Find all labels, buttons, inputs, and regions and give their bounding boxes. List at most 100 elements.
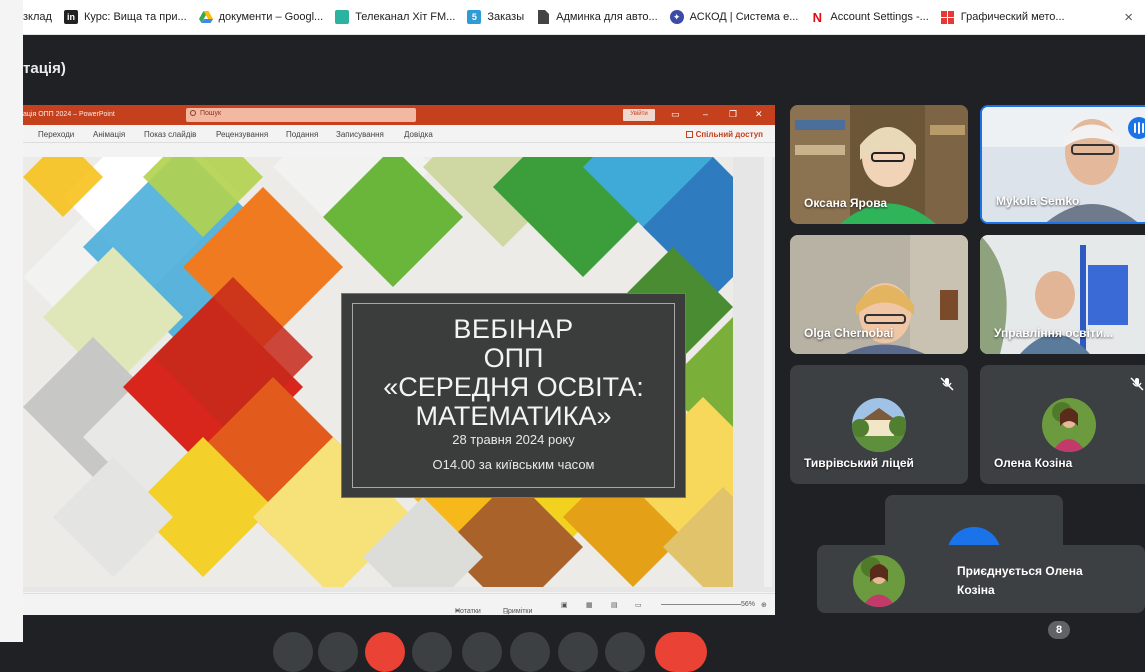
bookmark-item[interactable]: Телеканал Хіт FM... — [335, 10, 455, 24]
participant-avatar — [852, 398, 906, 452]
join-notification-text: Приєднується Олена Козіна — [957, 562, 1083, 600]
slide-title-frame: ВЕБІНАР ОПП «СЕРЕДНЯ ОСВІТА: МАТЕМАТИКА»… — [352, 303, 675, 488]
control-button[interactable] — [558, 632, 598, 672]
slideshow-icon[interactable]: ▭ — [635, 601, 642, 609]
close-window-icon[interactable]: ✕ — [755, 109, 763, 120]
control-button[interactable] — [318, 632, 358, 672]
tv-icon — [335, 10, 350, 24]
speaking-indicator-icon — [1128, 117, 1145, 139]
bookmark-label: АСКОД | Система е... — [689, 11, 799, 23]
bookmark-label: Заказы — [487, 11, 525, 23]
bookmark-label: Телеканал Хіт FM... — [355, 11, 456, 23]
browser-edge — [0, 0, 23, 642]
zoom-level: 56% — [741, 601, 756, 608]
ribbon-tab[interactable]: Переходи — [38, 130, 74, 139]
ppt-search-box[interactable]: Пошук — [186, 108, 416, 122]
control-button[interactable] — [412, 632, 452, 672]
join-line2: Козіна — [957, 583, 995, 597]
bookmark-item[interactable]: in Курс: Вища та при... — [63, 10, 187, 24]
in-logo-icon: in — [63, 10, 78, 24]
participant-name: Тиврівський ліцей — [804, 456, 914, 470]
join-line1: Приєднується Олена — [957, 564, 1083, 578]
participant-name: Олена Козіна — [994, 456, 1073, 470]
meeting-title: тація) — [23, 60, 66, 77]
close-icon[interactable]: × — [1124, 9, 1133, 26]
slide[interactable]: ВЕБІНАР ОПП «СЕРЕДНЯ ОСВІТА: МАТЕМАТИКА»… — [23, 157, 733, 587]
grid-icon — [941, 10, 955, 24]
comments-label: Примітки — [503, 608, 533, 615]
reading-view-icon[interactable]: ▤ — [611, 601, 618, 609]
fit-slide-icon[interactable]: ⊕ — [761, 601, 767, 609]
slide-sorter-icon[interactable]: ▦ — [586, 601, 593, 609]
ribbon-display-icon[interactable]: ▭ — [671, 109, 680, 120]
maximize-icon[interactable]: ❐ — [729, 109, 737, 120]
bookmark-item[interactable]: документи – Googl... — [198, 10, 324, 24]
slide-date: 28 травня 2024 року — [452, 432, 575, 447]
ppt-scrollbar[interactable] — [764, 157, 772, 587]
participant-name: Olga Chernobai — [804, 326, 894, 340]
slide-title-line2: ОПП — [483, 343, 544, 373]
zoom-slider[interactable] — [661, 604, 741, 605]
meeting-header: тація) — [23, 36, 1145, 104]
participant-tile[interactable]: Olga Chernobai — [790, 235, 968, 354]
ribbon-tab[interactable]: Подання — [286, 130, 318, 139]
bookmark-label: Админка для авто... — [556, 11, 658, 23]
share-icon — [685, 131, 693, 138]
compass-icon: ✦ — [669, 10, 684, 24]
ppt-status-bar: ≡ Нотатки ▭ Примітки ▣ ▦ ▤ ▭ 56% ⊕ — [23, 593, 775, 615]
control-button[interactable] — [365, 632, 405, 672]
search-icon — [190, 110, 196, 116]
slide-time: О14.00 за київським часом — [432, 457, 595, 472]
slide-title-line1: ВЕБІНАР — [453, 314, 574, 344]
bookmark-item[interactable]: Админка для авто... — [536, 10, 658, 24]
participant-tile[interactable]: Тиврівський ліцей — [790, 365, 968, 484]
bookmark-label: зклад — [23, 11, 52, 23]
control-button[interactable] — [273, 632, 313, 672]
bookmark-label: Графический мето... — [960, 11, 1065, 23]
participant-name: Mykola Semko — [996, 194, 1080, 208]
ribbon-tab[interactable]: Показ слайдів — [144, 130, 196, 139]
bookmark-label: Курс: Вища та при... — [83, 11, 187, 23]
shared-screen: ація ОПП 2024 – PowerPoint Пошук Увійти … — [23, 105, 775, 615]
bookmark-item[interactable]: ✦ АСКОД | Система е... — [669, 10, 799, 24]
control-button[interactable] — [510, 632, 550, 672]
slide-title-line4: МАТЕМАТИКА» — [415, 401, 612, 431]
leave-call-button[interactable] — [655, 632, 707, 672]
ribbon-tab[interactable]: Довідка — [404, 130, 433, 139]
google-drive-icon — [198, 10, 213, 24]
notes-label: Нотатки — [455, 608, 481, 615]
ppt-login-button[interactable]: Увійти — [623, 109, 655, 121]
bookmark-item[interactable]: Графический мето... — [941, 10, 1065, 24]
ribbon-tab[interactable]: Анімація — [93, 130, 125, 139]
ppt-document-title: ація ОПП 2024 – PowerPoint — [23, 111, 115, 118]
joining-avatar — [853, 555, 905, 607]
participant-tile[interactable]: Олена Козіна — [980, 365, 1145, 484]
bookmark-item[interactable]: N Account Settings -... — [810, 9, 929, 25]
bookmark-label: документи – Googl... — [218, 11, 324, 23]
bookmarks-bar: зклад in Курс: Вища та при... документи –… — [23, 0, 1145, 35]
participant-tile[interactable]: Управління освіти... — [980, 235, 1145, 354]
bookmark-label: Account Settings -... — [830, 11, 929, 23]
ribbon-tab[interactable]: Рецензування — [216, 130, 268, 139]
bookmark-item[interactable]: 5 Заказы — [467, 10, 524, 24]
netflix-icon: N — [812, 9, 823, 25]
control-button[interactable] — [605, 632, 645, 672]
bookmark-item[interactable]: зклад — [23, 11, 52, 23]
five-icon: 5 — [467, 10, 482, 24]
mic-off-icon — [1130, 377, 1144, 391]
ppt-share-label: Спільний доступ — [695, 130, 763, 139]
normal-view-icon[interactable]: ▣ — [561, 601, 568, 609]
ribbon-tab[interactable]: Записування — [336, 130, 384, 139]
participant-tile[interactable]: Оксана Ярова — [790, 105, 968, 224]
participant-name: Управління освіти... — [994, 326, 1114, 340]
mic-off-icon — [940, 377, 954, 391]
control-button[interactable] — [462, 632, 502, 672]
participant-tile[interactable]: Mykola Semko — [980, 105, 1145, 224]
ppt-titlebar: ація ОПП 2024 – PowerPoint Пошук Увійти … — [23, 105, 775, 125]
ppt-share-button[interactable]: Спільний доступ — [685, 130, 763, 139]
slide-title-line3: «СЕРЕДНЯ ОСВІТА: — [383, 372, 644, 402]
document-icon — [536, 10, 550, 24]
participant-name: Оксана Ярова — [804, 196, 888, 210]
participant-count-badge[interactable]: 8 — [1048, 621, 1070, 639]
minimize-icon[interactable]: – — [703, 109, 708, 119]
